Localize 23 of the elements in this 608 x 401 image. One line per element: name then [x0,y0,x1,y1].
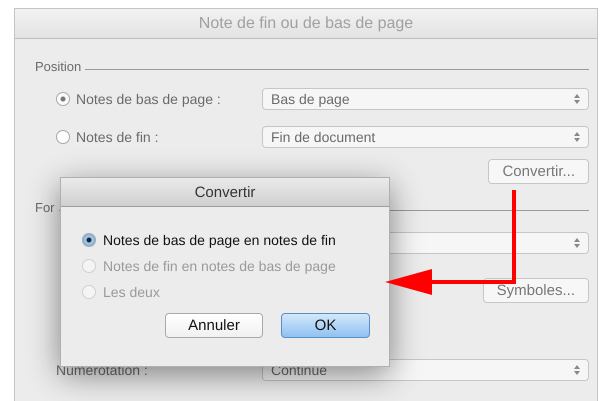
radio-label: Notes de fin en notes de bas de page [103,258,336,274]
section-label: For [35,200,54,215]
field-label: Numérotation : [56,362,148,378]
radio-label: Notes de fin : [76,129,158,145]
stepper-arrows-icon [574,365,580,375]
popup-menu[interactable]: Bas de page [262,88,589,110]
radio-button[interactable] [56,130,70,144]
radio-label: Notes de bas de page : [76,91,221,107]
radio-label: Les deux [103,284,160,300]
ok-button[interactable]: OK [281,313,370,338]
popup-menu[interactable]: Fin de document [262,126,589,148]
stepper-arrows-icon [574,238,580,248]
radio-button[interactable] [56,92,70,106]
dialog-title: Convertir [194,184,256,200]
symbols-button[interactable]: Symboles... [482,278,589,302]
cancel-button[interactable]: Annuler [165,313,263,338]
section-label: Position [35,59,82,74]
radio-label: Notes de bas de page en notes de fin [103,232,336,248]
stepper-arrows-icon [574,94,580,104]
convert-button[interactable]: Convertir... [488,158,589,184]
stepper-arrows-icon [574,132,580,142]
window-title: Note de fin ou de bas de page [198,14,414,32]
radio-button[interactable] [82,233,96,247]
